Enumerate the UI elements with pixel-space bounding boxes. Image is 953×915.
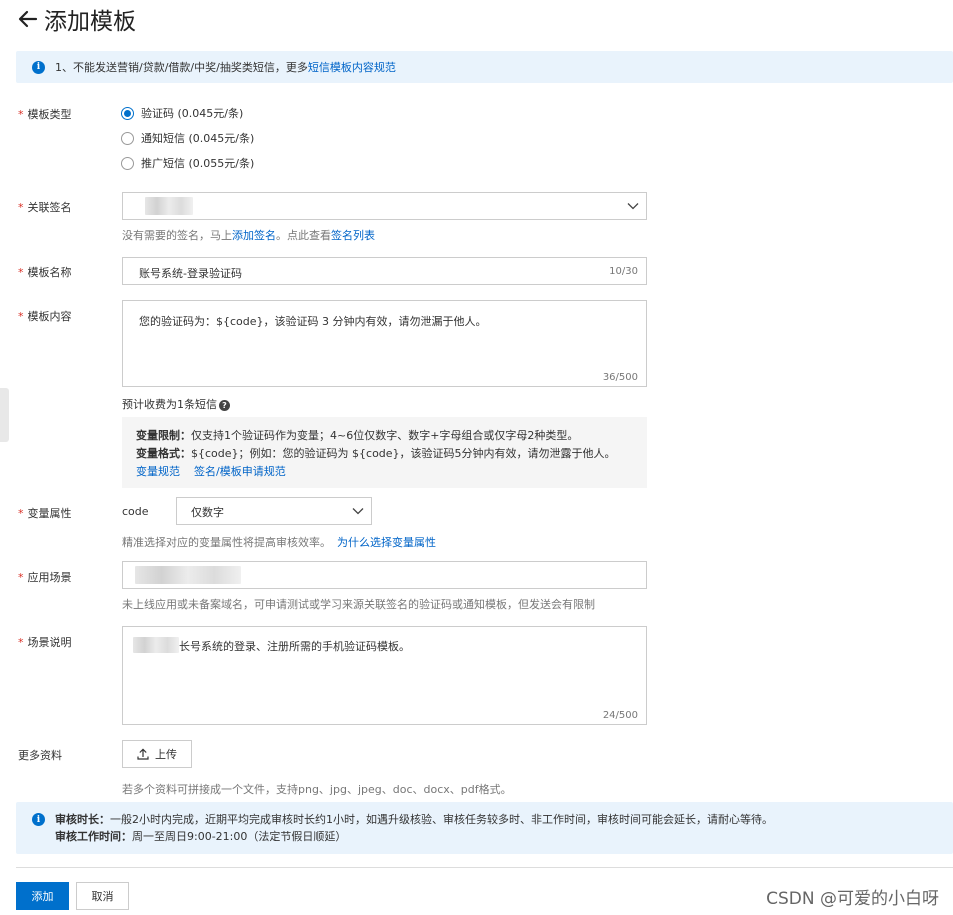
page-header: 添加模板: [16, 4, 136, 35]
apply-rules-link[interactable]: 签名/模板申请规范: [194, 465, 286, 478]
radio-promotion[interactable]: 推广短信 (0.055元/条): [121, 155, 254, 171]
content-rules-link[interactable]: 短信模板内容规范: [308, 59, 396, 75]
template-name-input[interactable]: 账号系统-登录验证码 10/30: [122, 257, 647, 285]
scene-input[interactable]: [122, 561, 647, 589]
template-name-label: * 模板名称: [18, 266, 72, 279]
variable-rules-box: 变量限制：仅支持1个验证码作为变量；4~6位仅数字、数字+字母组合或仅字母2种类…: [122, 417, 647, 488]
variable-rules-link[interactable]: 变量规范: [136, 465, 180, 478]
page-title: 添加模板: [44, 9, 136, 35]
scene-desc-label: * 场景说明: [18, 636, 72, 649]
variable-type-select[interactable]: 仅数字: [176, 497, 372, 525]
scene-desc-textarea[interactable]: 长号系统的登录、注册所需的手机验证码模板。 24/500: [122, 626, 647, 725]
variable-attr-hint: 精准选择对应的变量属性将提高审核效率。 为什么选择变量属性: [122, 536, 436, 549]
cancel-button[interactable]: 取消: [76, 882, 129, 910]
review-notice: i 审核时长：一般2小时内完成，近期平均完成审核时长约1小时，如遇升级核验、审核…: [16, 802, 953, 854]
chevron-down-icon: [627, 203, 639, 210]
rules-notice-text: 1、不能发送营销/贷款/借款/中奖/抽奖类短信，更多: [55, 61, 308, 74]
side-collapse-handle[interactable]: [0, 388, 9, 442]
radio-verification-code[interactable]: 验证码 (0.045元/条): [121, 105, 243, 121]
variable-name: code: [122, 505, 149, 518]
radio-notification[interactable]: 通知短信 (0.045元/条): [121, 130, 254, 146]
upload-icon: [137, 748, 149, 760]
radio-checked-icon[interactable]: [121, 106, 134, 120]
template-content-label: * 模板内容: [18, 310, 72, 323]
template-content-textarea[interactable]: 您的验证码为：${code}，该验证码 3 分钟内有效，请勿泄漏于他人。 36/…: [122, 300, 647, 387]
template-content-counter: 36/500: [602, 372, 638, 383]
scene-label: * 应用场景: [18, 571, 72, 584]
signature-label: * 关联签名: [18, 201, 72, 214]
upload-button[interactable]: 上传: [122, 740, 192, 768]
info-icon: i: [32, 60, 45, 74]
radio-unchecked-icon[interactable]: [121, 156, 134, 170]
signature-hint: 没有需要的签名，马上添加签名。点此查看签名列表: [122, 229, 375, 242]
scene-hint: 未上线应用或未备案域名，可申请测试或学习来源关联签名的验证码或通知模板，但发送会…: [122, 598, 595, 611]
arrow-left-icon[interactable]: [16, 7, 40, 31]
why-variable-attr-link[interactable]: 为什么选择变量属性: [337, 536, 436, 549]
submit-button[interactable]: 添加: [16, 882, 69, 910]
watermark: CSDN @可爱的小白呀: [766, 889, 939, 909]
more-info-label: 更多资料: [18, 749, 62, 762]
help-icon[interactable]: ?: [219, 399, 230, 411]
variable-attr-label: * 变量属性: [18, 507, 72, 520]
signature-select[interactable]: [122, 192, 647, 220]
signature-list-link[interactable]: 签名列表: [331, 229, 375, 242]
cost-estimate: 预计收费为1条短信?: [122, 396, 230, 412]
rules-notice: i 1、不能发送营销/贷款/借款/中奖/抽奖类短信，更多 短信模板内容规范: [16, 51, 953, 83]
redacted-scene: [135, 566, 241, 584]
template-type-label: * 模板类型: [18, 108, 72, 121]
add-signature-link[interactable]: 添加签名: [232, 229, 276, 242]
upload-hint: 若多个资料可拼接成一个文件，支持png、jpg、jpeg、doc、docx、pd…: [122, 783, 512, 796]
info-icon: i: [32, 813, 45, 826]
radio-unchecked-icon[interactable]: [121, 131, 134, 145]
redacted-scene-desc: [133, 637, 179, 653]
template-name-counter: 10/30: [609, 266, 638, 277]
chevron-down-icon: [352, 508, 364, 515]
footer-divider: [16, 867, 953, 868]
scene-desc-counter: 24/500: [602, 710, 638, 721]
redacted-signature: [145, 197, 193, 215]
